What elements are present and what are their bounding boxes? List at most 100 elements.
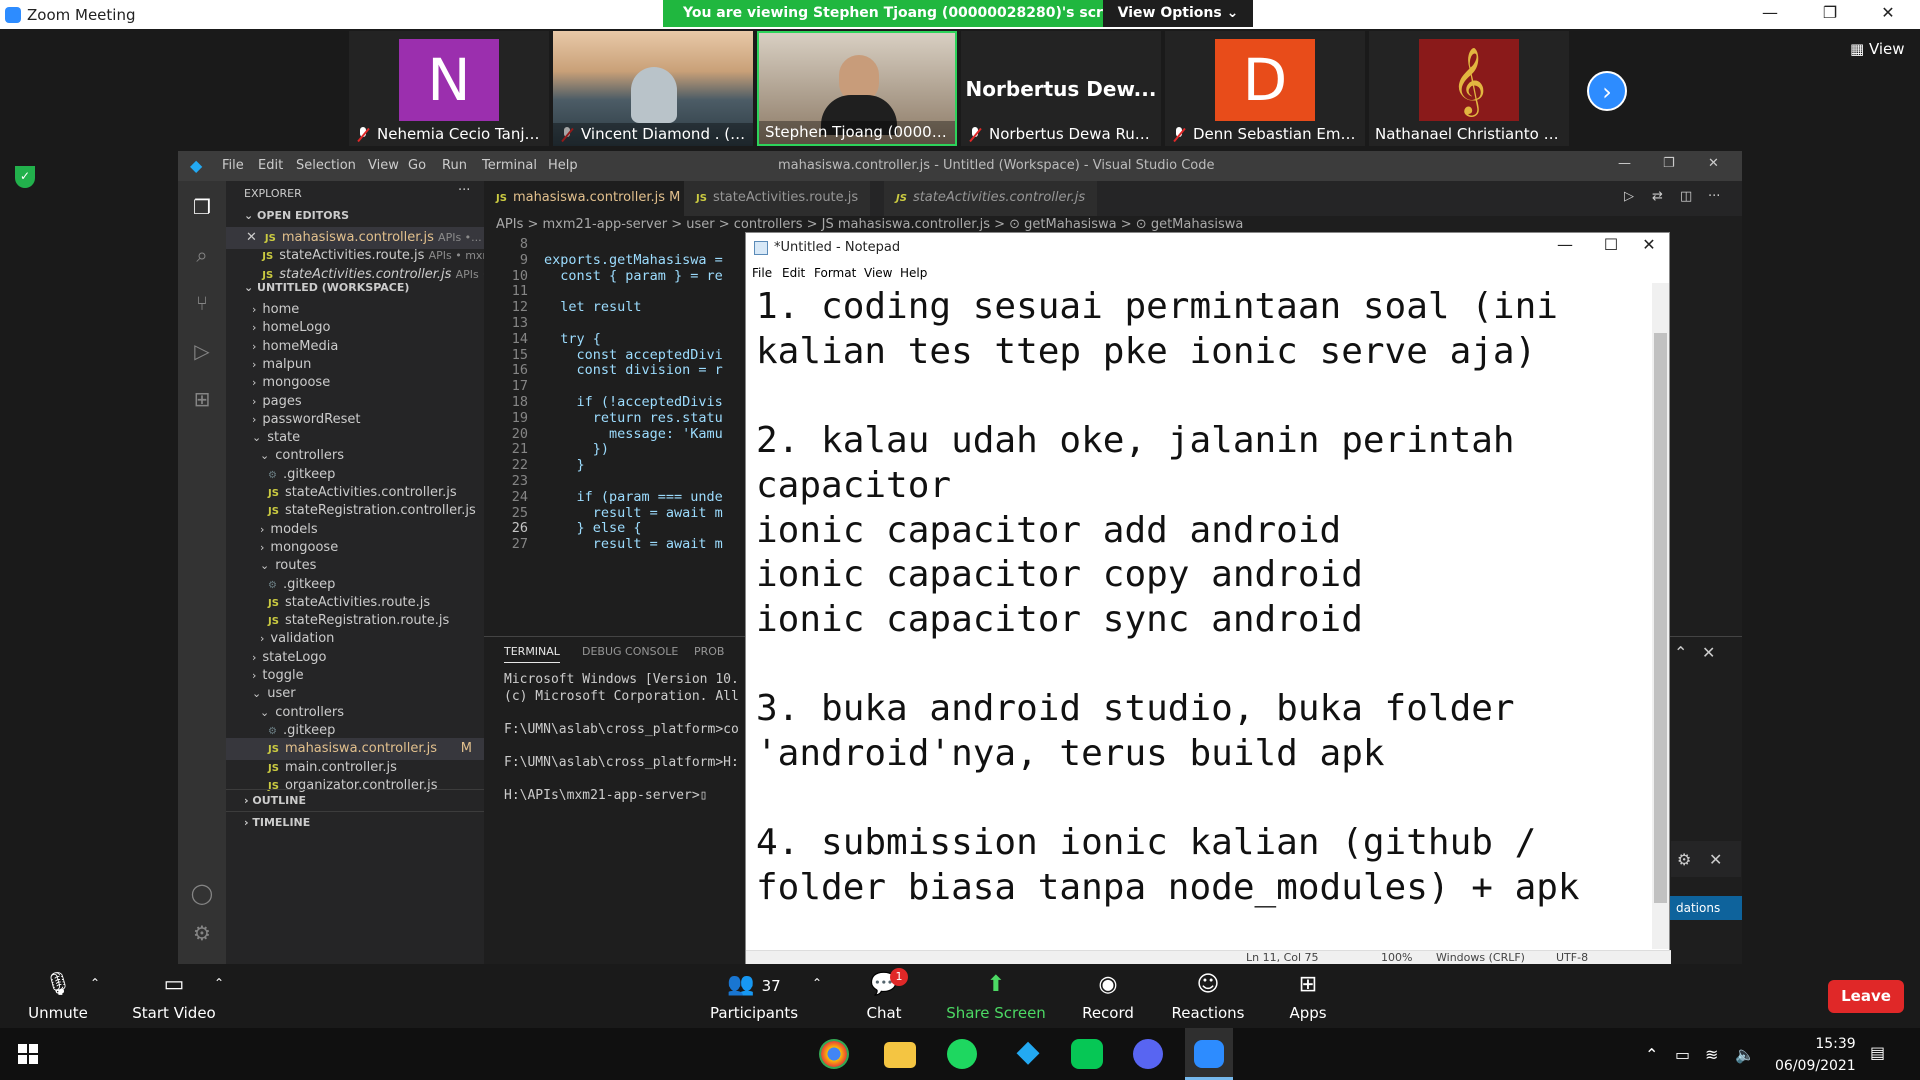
vscode-close-button[interactable]: ✕ bbox=[1708, 156, 1719, 171]
tab-debug-console[interactable]: DEBUG CONSOLE bbox=[582, 645, 678, 658]
participant-tile[interactable]: 𝄞 Nathanael Christianto Am... bbox=[1369, 31, 1569, 146]
tab-terminal[interactable]: TERMINAL bbox=[504, 645, 560, 663]
compare-icon[interactable]: ⇄ bbox=[1652, 189, 1663, 204]
close-button[interactable]: ✕ bbox=[1868, 3, 1908, 25]
run-debug-icon[interactable]: ▷ bbox=[190, 339, 214, 363]
maximize-panel-icon[interactable]: ⌃ bbox=[1674, 643, 1687, 662]
menu-file[interactable]: File bbox=[222, 158, 244, 173]
video-options-caret-icon[interactable]: ⌃ bbox=[214, 976, 224, 990]
code-line[interactable]: if (param === unde bbox=[544, 489, 723, 505]
vscode-restore-button[interactable]: ❐ bbox=[1663, 156, 1675, 171]
source-control-icon[interactable]: ⑂ bbox=[190, 291, 214, 315]
tab-stateactivities-route[interactable]: JS stateActivities.route.js bbox=[684, 181, 871, 216]
start-video-button[interactable]: ▭ Start Video bbox=[132, 972, 216, 1022]
code-line[interactable]: }) bbox=[544, 441, 609, 457]
zoom-taskbar-icon[interactable] bbox=[1185, 1028, 1233, 1080]
code-line[interactable]: let result bbox=[544, 299, 641, 315]
menu-edit[interactable]: Edit bbox=[258, 158, 283, 173]
participant-tile[interactable]: N Nehemia Cecio Tanjun... bbox=[349, 31, 549, 146]
notification-gear-icon[interactable]: ⚙ bbox=[1677, 850, 1691, 869]
participant-tile[interactable]: Vincent Diamond . (00... bbox=[553, 31, 753, 146]
menu-run[interactable]: Run bbox=[442, 158, 467, 173]
terminal-output[interactable]: Microsoft Windows [Version 10. (c) Micro… bbox=[504, 672, 739, 804]
outline-heading[interactable]: › OUTLINE bbox=[226, 789, 484, 811]
np-menu-format[interactable]: Format bbox=[814, 266, 856, 280]
breadcrumb[interactable]: APIs > mxm21-app-server > user > control… bbox=[496, 217, 1243, 232]
reactions-button[interactable]: ☺ Reactions bbox=[1168, 972, 1248, 1022]
leave-button[interactable]: Leave bbox=[1828, 980, 1904, 1013]
timeline-heading[interactable]: › TIMELINE bbox=[226, 811, 484, 833]
tray-overflow-icon[interactable]: ⌃ bbox=[1645, 1045, 1658, 1064]
code-line[interactable]: exports.getMahasiswa = bbox=[544, 252, 723, 268]
chrome-icon[interactable] bbox=[819, 1039, 849, 1069]
np-menu-file[interactable]: File bbox=[752, 266, 772, 280]
close-icon[interactable] bbox=[246, 248, 254, 263]
notepad-minimize-button[interactable]: — bbox=[1542, 235, 1588, 261]
participants-caret-icon[interactable]: ⌃ bbox=[812, 976, 822, 990]
run-icon[interactable]: ▷ bbox=[1624, 189, 1634, 204]
np-menu-edit[interactable]: Edit bbox=[782, 266, 805, 280]
menu-view[interactable]: View bbox=[368, 158, 399, 173]
explorer-icon[interactable]: ❐ bbox=[190, 195, 214, 219]
volume-icon[interactable]: 🔈 bbox=[1735, 1045, 1755, 1064]
menu-terminal[interactable]: Terminal bbox=[482, 158, 537, 173]
notification-action-button[interactable]: dations bbox=[1668, 896, 1742, 920]
notification-close-icon[interactable]: ✕ bbox=[1709, 850, 1722, 869]
apps-button[interactable]: ⊞ Apps bbox=[1286, 972, 1330, 1022]
code-editor[interactable]: 8 9 exports.getMahasiswa = 10 const { param… bbox=[484, 236, 734, 616]
notepad-scrollbar[interactable] bbox=[1652, 283, 1669, 949]
wifi-icon[interactable]: ≋ bbox=[1705, 1045, 1718, 1064]
line-icon[interactable] bbox=[1071, 1039, 1103, 1069]
vscode-minimize-button[interactable]: — bbox=[1618, 156, 1631, 171]
more-actions-icon[interactable]: ··· bbox=[1708, 189, 1720, 204]
system-clock[interactable]: 15:39 06/09/2021 bbox=[1775, 1033, 1856, 1077]
encryption-shield-icon[interactable]: ✓ bbox=[15, 166, 35, 188]
participant-tile-active-speaker[interactable]: Stephen Tjoang (0000002... bbox=[757, 31, 957, 146]
audio-options-caret-icon[interactable]: ⌃ bbox=[90, 976, 100, 990]
battery-icon[interactable]: ▭ bbox=[1675, 1045, 1690, 1064]
menu-selection[interactable]: Selection bbox=[296, 158, 356, 173]
code-line[interactable]: if (!acceptedDivis bbox=[544, 394, 723, 410]
action-center-icon[interactable]: ▤ bbox=[1870, 1043, 1885, 1062]
windows-start-icon[interactable] bbox=[18, 1044, 38, 1064]
code-line[interactable]: const { param } = re bbox=[544, 268, 723, 284]
code-line[interactable]: return res.statu bbox=[544, 410, 723, 426]
share-screen-button[interactable]: ⬆ Share Screen bbox=[946, 972, 1046, 1022]
tab-mahasiswa-controller[interactable]: JS mahasiswa.controller.js M bbox=[484, 181, 693, 216]
tab-problems[interactable]: PROB bbox=[694, 645, 724, 658]
notepad-text-area[interactable]: 1. coding sesuai permintaan soal (ini ka… bbox=[756, 285, 1646, 953]
restore-button[interactable]: ❐ bbox=[1810, 3, 1850, 25]
next-page-arrow-icon[interactable]: › bbox=[1587, 71, 1627, 111]
more-actions-icon[interactable]: ··· bbox=[458, 183, 470, 198]
tab-stateactivities-controller[interactable]: JS stateActivities.controller.js bbox=[884, 181, 1098, 216]
code-line[interactable]: const division = r bbox=[544, 362, 723, 378]
code-line[interactable]: result = await m bbox=[544, 536, 723, 552]
code-line[interactable]: } bbox=[544, 457, 585, 473]
split-editor-icon[interactable]: ◫ bbox=[1680, 189, 1692, 204]
close-panel-icon[interactable]: ✕ bbox=[1702, 643, 1715, 662]
unmute-button[interactable]: 🎙 Unmute bbox=[22, 972, 94, 1022]
participant-tile[interactable]: Norbertus Dew... Norbertus Dewa Rucci ..… bbox=[961, 31, 1161, 146]
np-menu-help[interactable]: Help bbox=[900, 266, 927, 280]
close-icon[interactable]: ✕ bbox=[246, 230, 257, 245]
view-options-button[interactable]: View Options ⌄ bbox=[1103, 0, 1253, 27]
np-menu-view[interactable]: View bbox=[864, 266, 892, 280]
participants-button[interactable]: 👥 37 Participants bbox=[710, 972, 798, 1022]
scrollbar-thumb[interactable] bbox=[1654, 333, 1667, 903]
code-line[interactable]: message: 'Kamu bbox=[544, 426, 723, 442]
participant-tile[interactable]: D Denn Sebastian Emma... bbox=[1165, 31, 1365, 146]
minimize-button[interactable]: — bbox=[1750, 3, 1790, 25]
account-icon[interactable]: ◯ bbox=[190, 881, 214, 905]
file-explorer-icon[interactable] bbox=[884, 1042, 916, 1068]
code-line[interactable]: const acceptedDivi bbox=[544, 347, 723, 363]
workspace-heading[interactable]: ⌄ UNTITLED (WORKSPACE) bbox=[226, 277, 484, 299]
extensions-icon[interactable]: ⊞ bbox=[190, 387, 214, 411]
menu-help[interactable]: Help bbox=[548, 158, 578, 173]
settings-gear-icon[interactable]: ⚙ bbox=[190, 921, 214, 945]
vscode-taskbar-icon[interactable]: ◆ bbox=[1009, 1034, 1047, 1072]
record-button[interactable]: ◉ Record bbox=[1080, 972, 1136, 1022]
code-line[interactable]: } else { bbox=[544, 520, 642, 536]
spotify-icon[interactable] bbox=[947, 1039, 977, 1069]
search-icon[interactable]: ⌕ bbox=[190, 243, 214, 267]
discord-icon[interactable] bbox=[1133, 1039, 1163, 1069]
